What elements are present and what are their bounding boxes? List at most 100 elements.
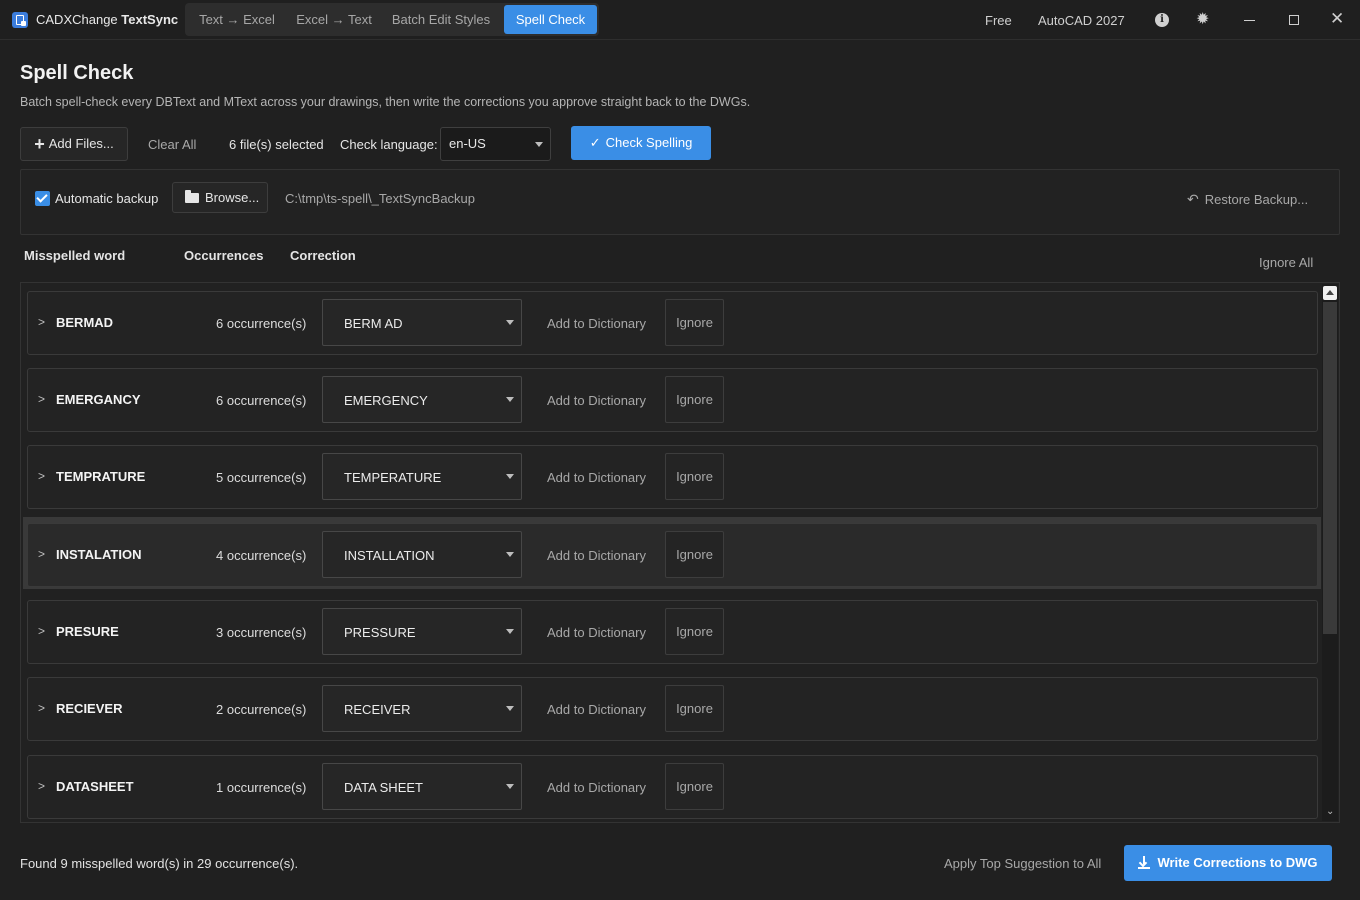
add-to-dictionary-button[interactable]: Add to Dictionary xyxy=(547,702,646,717)
page-title: Spell Check xyxy=(20,62,134,84)
language-select[interactable]: en-US xyxy=(440,127,551,161)
chevron-right-icon[interactable]: > xyxy=(38,314,45,330)
check-spelling-label: Check Spelling xyxy=(605,135,693,150)
status-text: Found 9 misspelled word(s) in 29 occurre… xyxy=(20,856,299,871)
automatic-backup-checkbox[interactable] xyxy=(35,191,50,206)
correction-value: PRESSURE xyxy=(344,625,416,640)
clear-all-button[interactable]: Clear All xyxy=(148,137,196,152)
misspelled-word: INSTALATION xyxy=(56,547,142,562)
chevron-down-icon xyxy=(506,784,514,789)
automatic-backup-label[interactable]: Automatic backup xyxy=(55,191,158,206)
correction-value: DATA SHEET xyxy=(344,780,423,795)
tab-batch-edit-styles[interactable]: Batch Edit Styles xyxy=(381,5,501,34)
add-to-dictionary-button[interactable]: Add to Dictionary xyxy=(547,780,646,795)
app-title-regular: CADXChange xyxy=(36,12,118,27)
tab-spell-check[interactable]: Spell Check xyxy=(504,5,597,34)
misspelled-word: EMERGANCY xyxy=(56,392,141,407)
write-corrections-button[interactable]: Write Corrections to DWG xyxy=(1124,845,1332,881)
misspelled-word: TEMPRATURE xyxy=(56,469,146,484)
list-item[interactable]: > BERMAD 6 occurrence(s) BERM AD Add to … xyxy=(27,291,1318,355)
info-icon[interactable]: i xyxy=(1155,13,1169,27)
chevron-right-icon[interactable]: > xyxy=(38,700,45,716)
ignore-button[interactable]: Ignore xyxy=(665,531,724,578)
chevron-right-icon[interactable]: > xyxy=(38,468,45,484)
misspelled-word-list: > BERMAD 6 occurrence(s) BERM AD Add to … xyxy=(20,282,1340,823)
occurrence-count: 6 occurrence(s) xyxy=(216,316,307,331)
check-spelling-button[interactable]: ✓ Check Spelling xyxy=(571,126,711,160)
correction-select[interactable]: BERM AD xyxy=(322,299,522,346)
correction-select[interactable]: TEMPERATURE xyxy=(322,453,522,500)
misspelled-word: PRESURE xyxy=(56,624,119,639)
restore-backup-label: Restore Backup... xyxy=(1204,192,1309,207)
correction-select[interactable]: DATA SHEET xyxy=(322,763,522,810)
scroll-down-icon[interactable]: ⌄ xyxy=(1326,806,1334,818)
list-item[interactable]: > DATASHEET 1 occurrence(s) DATA SHEET A… xyxy=(27,755,1318,819)
add-to-dictionary-button[interactable]: Add to Dictionary xyxy=(547,548,646,563)
occurrence-count: 6 occurrence(s) xyxy=(216,393,307,408)
correction-value: TEMPERATURE xyxy=(344,470,442,485)
chevron-down-icon xyxy=(506,320,514,325)
language-value: en-US xyxy=(449,136,486,151)
theme-toggle-icon[interactable]: ✹ xyxy=(1196,10,1209,30)
correction-select[interactable]: PRESSURE xyxy=(322,608,522,655)
tab-text-to-excel[interactable]: Text → Excel xyxy=(187,5,287,34)
occurrence-count: 5 occurrence(s) xyxy=(216,470,307,485)
write-corrections-label: Write Corrections to DWG xyxy=(1157,855,1318,870)
app-title-bold: TextSync xyxy=(121,12,179,27)
close-icon[interactable]: ✕ xyxy=(1330,9,1344,29)
chevron-down-icon xyxy=(506,552,514,557)
occurrence-count: 2 occurrence(s) xyxy=(216,702,307,717)
misspelled-word: BERMAD xyxy=(56,315,114,330)
browse-button[interactable]: Browse... xyxy=(172,182,268,213)
correction-select[interactable]: INSTALLATION xyxy=(322,531,522,578)
add-to-dictionary-button[interactable]: Add to Dictionary xyxy=(547,393,646,408)
ignore-button[interactable]: Ignore xyxy=(665,376,724,423)
add-files-label: Add Files... xyxy=(48,136,114,151)
chevron-right-icon[interactable]: > xyxy=(38,391,45,407)
column-header-occurrences: Occurrences xyxy=(184,248,264,263)
add-files-button[interactable]: + Add Files... xyxy=(20,127,128,161)
plan-label[interactable]: Free xyxy=(985,13,1012,28)
backup-panel: Automatic backup Browse... C:\tmp\ts-spe… xyxy=(20,169,1340,235)
list-item[interactable]: > RECIEVER 2 occurrence(s) RECEIVER Add … xyxy=(27,677,1318,741)
ignore-button[interactable]: Ignore xyxy=(665,763,724,810)
list-item[interactable]: > EMERGANCY 6 occurrence(s) EMERGENCY Ad… xyxy=(27,368,1318,432)
tab-excel-to-text[interactable]: Excel → Text xyxy=(287,5,381,34)
ignore-button[interactable]: Ignore xyxy=(665,608,724,655)
chevron-right-icon[interactable]: > xyxy=(38,546,45,562)
ignore-button[interactable]: Ignore xyxy=(665,685,724,732)
ignore-button[interactable]: Ignore xyxy=(665,299,724,346)
list-item[interactable]: > TEMPRATURE 5 occurrence(s) TEMPERATURE… xyxy=(27,445,1318,509)
ignore-button[interactable]: Ignore xyxy=(665,453,724,500)
ignore-all-button[interactable]: Ignore All xyxy=(1259,255,1313,270)
autocad-version[interactable]: AutoCAD 2027 xyxy=(1038,13,1125,28)
correction-value: BERM AD xyxy=(344,316,403,331)
add-to-dictionary-button[interactable]: Add to Dictionary xyxy=(547,316,646,331)
restore-backup-button[interactable]: ↶ Restore Backup... xyxy=(1187,191,1308,208)
language-label: Check language: xyxy=(340,137,438,152)
files-selected-count: 6 file(s) selected xyxy=(229,137,324,152)
chevron-right-icon[interactable]: > xyxy=(38,778,45,794)
check-icon: ✓ xyxy=(589,135,601,150)
scroll-up-icon[interactable] xyxy=(1323,286,1337,300)
maximize-icon[interactable] xyxy=(1289,15,1299,25)
scrollbar[interactable]: ⌄ xyxy=(1322,284,1338,821)
minimize-icon[interactable] xyxy=(1244,20,1255,21)
correction-select[interactable]: EMERGENCY xyxy=(322,376,522,423)
add-to-dictionary-button[interactable]: Add to Dictionary xyxy=(547,470,646,485)
add-to-dictionary-button[interactable]: Add to Dictionary xyxy=(547,625,646,640)
list-item[interactable]: > INSTALATION 4 occurrence(s) INSTALLATI… xyxy=(27,523,1318,587)
occurrence-count: 3 occurrence(s) xyxy=(216,625,307,640)
folder-icon xyxy=(185,190,199,203)
column-header-misspelled: Misspelled word xyxy=(24,248,126,263)
chevron-right-icon[interactable]: > xyxy=(38,623,45,639)
correction-select[interactable]: RECEIVER xyxy=(322,685,522,732)
mode-tabs: Text → Excel Excel → Text Batch Edit Sty… xyxy=(185,3,599,36)
apply-top-suggestion-button[interactable]: Apply Top Suggestion to All xyxy=(944,856,1101,871)
list-item[interactable]: > PRESURE 3 occurrence(s) PRESSURE Add t… xyxy=(27,600,1318,664)
correction-value: INSTALLATION xyxy=(344,548,435,563)
app-logo-icon xyxy=(12,12,28,28)
chevron-down-icon xyxy=(506,474,514,479)
scroll-thumb[interactable] xyxy=(1323,302,1337,634)
correction-value: EMERGENCY xyxy=(344,393,428,408)
